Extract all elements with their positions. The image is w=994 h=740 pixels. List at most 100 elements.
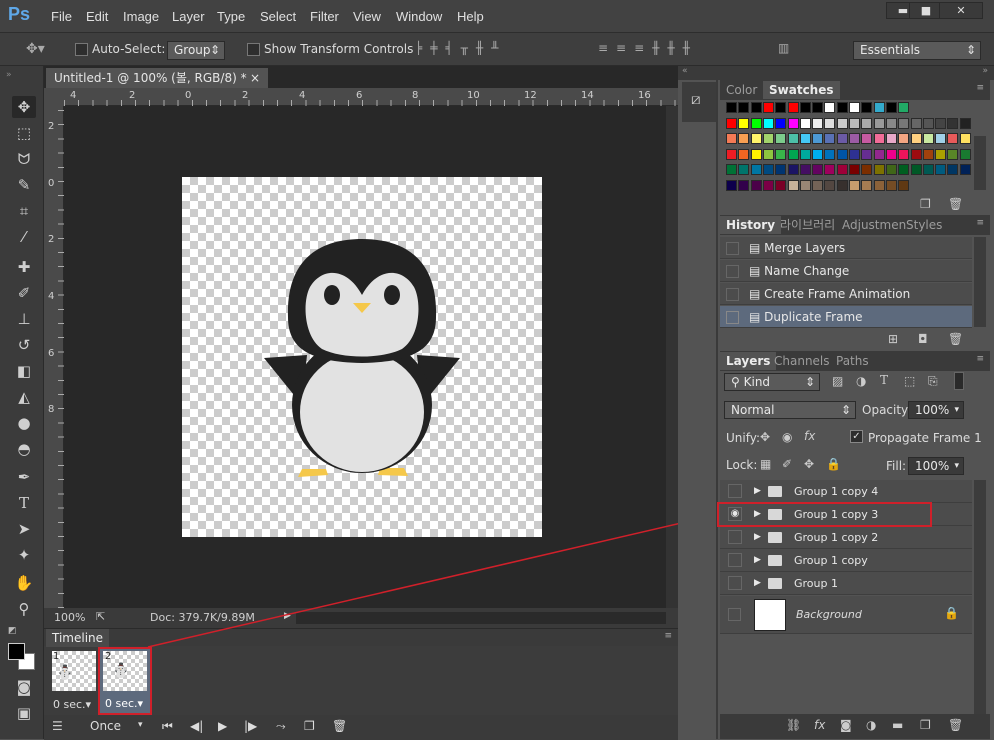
swatch[interactable] xyxy=(849,164,860,175)
swatch[interactable] xyxy=(824,133,836,144)
swatch[interactable] xyxy=(849,117,860,129)
tab-paths[interactable]: Paths xyxy=(830,352,875,370)
swatch[interactable] xyxy=(861,117,873,129)
fill-input[interactable]: 100% ▾ xyxy=(908,457,964,475)
tab-timeline[interactable]: Timeline xyxy=(46,629,110,647)
default-colors-icon[interactable]: ◩ xyxy=(8,626,18,636)
swatch[interactable] xyxy=(885,133,897,144)
swatch[interactable] xyxy=(726,179,737,191)
history-item[interactable]: ▤ Create Frame Animation xyxy=(720,283,972,305)
eraser-tool-icon[interactable]: ◧ xyxy=(12,360,36,382)
swatch[interactable] xyxy=(885,148,897,160)
filter-kind-dropdown[interactable]: ⚲ Kind ⇕ xyxy=(724,373,820,391)
timeline-frame-1[interactable]: 1 ⛄ 0 sec.▾ xyxy=(50,651,98,711)
collapse-toolbar-icon[interactable]: » xyxy=(6,70,12,80)
swatch[interactable] xyxy=(922,164,934,175)
timeline-frame-2-selected[interactable]: 2 ⛄ 0 sec.▾ xyxy=(98,647,152,715)
swatch[interactable] xyxy=(750,179,762,191)
panel-menu-icon[interactable]: ≡ xyxy=(976,218,984,228)
zoom-level[interactable]: 100% xyxy=(54,611,85,624)
swatch[interactable] xyxy=(750,164,762,175)
swatch[interactable] xyxy=(910,133,922,144)
trash-icon[interactable]: 🗑 xyxy=(948,197,963,211)
swatch[interactable] xyxy=(750,148,762,160)
swatch[interactable] xyxy=(922,117,934,129)
status-menu-arrow-icon[interactable]: ▶ xyxy=(284,611,291,621)
swatch[interactable] xyxy=(836,117,848,129)
distribute-icons[interactable]: ≡≡≡╫╫╫ xyxy=(598,41,698,55)
swatch[interactable] xyxy=(738,117,750,129)
swatch[interactable] xyxy=(762,148,774,160)
align-icons[interactable]: ╞╪╡╥╫╨ xyxy=(415,41,506,55)
panel-menu-icon[interactable]: ≡ xyxy=(976,354,984,364)
swatch[interactable] xyxy=(898,117,910,129)
tab-color[interactable]: Color xyxy=(720,81,763,99)
horizontal-scrollbar[interactable] xyxy=(296,612,666,624)
brush-tool-icon[interactable]: ✐ xyxy=(12,282,36,304)
new-group-icon[interactable]: ▬ xyxy=(892,718,903,732)
swatch[interactable] xyxy=(775,117,787,129)
swatch[interactable] xyxy=(762,102,774,113)
swatch[interactable] xyxy=(775,179,787,191)
canvas[interactable] xyxy=(182,177,542,537)
loop-dropdown[interactable]: Once xyxy=(90,719,121,733)
swatch[interactable] xyxy=(750,117,762,129)
quick-mask-icon[interactable]: ◙ xyxy=(12,676,36,698)
frame-delay[interactable]: 0 sec.▾ xyxy=(105,697,143,710)
swatch[interactable] xyxy=(812,148,824,160)
swatch[interactable] xyxy=(824,117,836,129)
swatch[interactable] xyxy=(836,179,848,191)
swatch[interactable] xyxy=(947,148,959,160)
swatches-grid[interactable] xyxy=(720,100,990,192)
lock-all-icon[interactable]: 🔒 xyxy=(826,457,841,471)
swatch[interactable] xyxy=(898,148,910,160)
play-icon[interactable]: ▶ xyxy=(218,719,227,733)
swatch[interactable] xyxy=(824,102,836,113)
new-layer-icon[interactable]: ❐ xyxy=(920,718,931,732)
prev-frame-icon[interactable]: ◀| xyxy=(190,719,203,733)
expand-icon[interactable]: » xyxy=(982,66,988,76)
swatch[interactable] xyxy=(738,164,750,175)
crop-tool-icon[interactable]: ⌗ xyxy=(12,200,36,222)
path-select-tool-icon[interactable]: ➤ xyxy=(12,518,36,540)
swatch[interactable] xyxy=(787,179,799,191)
dodge-tool-icon[interactable]: ◓ xyxy=(12,438,36,460)
swatch[interactable] xyxy=(959,164,971,175)
tab-swatches[interactable]: Swatches xyxy=(763,81,840,99)
next-frame-icon[interactable]: |▶ xyxy=(244,719,257,733)
layer-mask-icon[interactable]: ◙ xyxy=(840,718,852,732)
swatch[interactable] xyxy=(836,164,848,175)
swatch[interactable] xyxy=(885,102,897,113)
quick-select-tool-icon[interactable]: ✎ xyxy=(12,174,36,196)
swatch[interactable] xyxy=(812,102,824,113)
close-button[interactable]: ✕ xyxy=(939,2,983,19)
swatch[interactable] xyxy=(812,164,824,175)
menu-layer[interactable]: Layer xyxy=(172,9,205,24)
swatch[interactable] xyxy=(873,102,885,113)
eyedropper-tool-icon[interactable]: ⁄ xyxy=(12,226,36,248)
swatch[interactable] xyxy=(910,148,922,160)
screen-mode-icon[interactable]: ▣ xyxy=(12,702,36,724)
visibility-toggle[interactable] xyxy=(728,484,742,498)
lasso-tool-icon[interactable]: ᗢ xyxy=(12,148,36,170)
share-icon[interactable]: ⇱ xyxy=(96,610,105,623)
history-item[interactable]: ▤ Merge Layers xyxy=(720,237,972,259)
swatch[interactable] xyxy=(824,179,836,191)
properties-icon[interactable]: ⧄ xyxy=(691,90,701,108)
ruler-origin[interactable] xyxy=(44,88,64,106)
swatch[interactable] xyxy=(873,164,885,175)
tween-icon[interactable]: ⤳ xyxy=(276,719,286,734)
duplicate-frame-icon[interactable]: ❐ xyxy=(304,719,315,733)
swatch[interactable] xyxy=(873,179,885,191)
expand-arrow-icon[interactable]: ▶ xyxy=(754,549,761,572)
swatch[interactable] xyxy=(787,117,799,129)
expand-arrow-icon[interactable]: ▶ xyxy=(754,572,761,595)
menu-window[interactable]: Window xyxy=(396,9,442,24)
swatch[interactable] xyxy=(799,179,811,191)
visibility-toggle[interactable] xyxy=(728,530,742,544)
swatch[interactable] xyxy=(738,179,750,191)
trash-icon[interactable]: 🗑 xyxy=(948,332,963,346)
layer-row[interactable]: ▶ Group 1 xyxy=(720,572,972,595)
first-frame-icon[interactable]: ⏮ xyxy=(162,719,173,734)
frame-delay[interactable]: 0 sec.▾ xyxy=(53,698,91,711)
